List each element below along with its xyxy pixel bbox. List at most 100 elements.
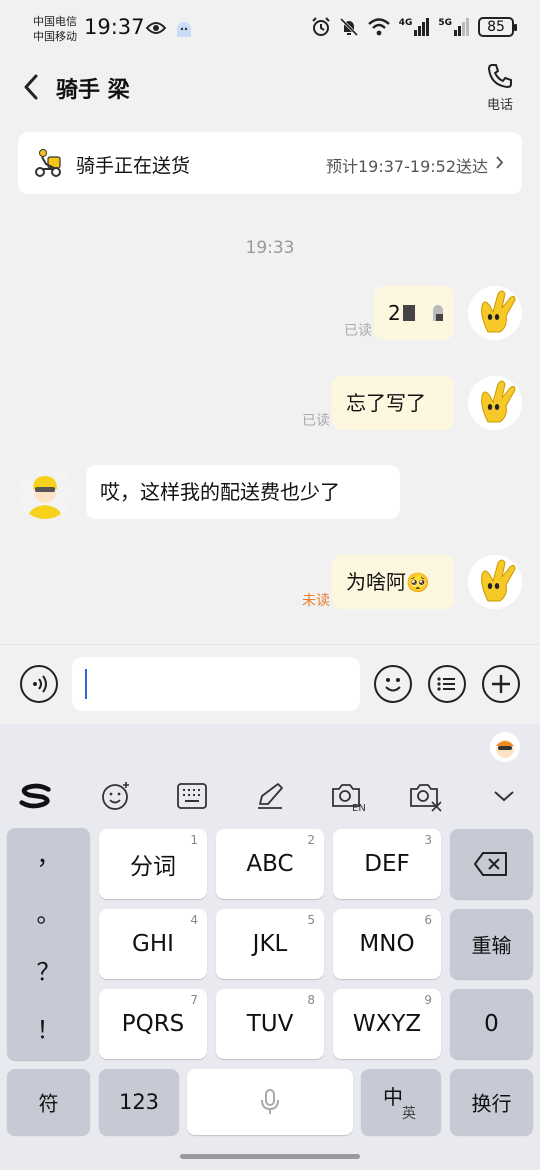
- handwriting-icon[interactable]: [252, 778, 288, 814]
- signal-1: 4G: [399, 18, 431, 36]
- delivery-status-text: 骑手正在送货: [76, 155, 191, 177]
- message-text: 哎，这样我的配送费也少了: [100, 480, 340, 504]
- read-receipt: 已读: [344, 323, 372, 339]
- my-avatar[interactable]: [468, 555, 522, 609]
- message-bubble-mine[interactable]: 忘了写了: [332, 376, 454, 430]
- key-label: DEF: [364, 851, 410, 877]
- message-input[interactable]: [72, 657, 360, 711]
- key-6[interactable]: 6 MNO: [333, 909, 441, 979]
- message-bubble-rider[interactable]: 哎，这样我的配送费也少了: [86, 465, 400, 519]
- key-number: 4: [190, 913, 198, 927]
- plus-icon: [492, 675, 510, 693]
- message-text: 2: [388, 301, 401, 325]
- punctuation-column[interactable]: ， 。 ？ ！: [7, 828, 90, 1060]
- key-1[interactable]: 1 分词: [99, 829, 207, 899]
- punct-question[interactable]: ？: [7, 952, 90, 987]
- delivery-eta: 预计19:37-19:52送达: [326, 157, 488, 176]
- backspace-button[interactable]: [450, 829, 533, 899]
- key-number: 5: [307, 913, 315, 927]
- key-number: 2: [307, 833, 315, 847]
- key-4[interactable]: 4 GHI: [99, 909, 207, 979]
- key-number: 9: [424, 993, 432, 1007]
- eye-icon: [146, 22, 166, 34]
- message-bubble-mine[interactable]: 为啥阿🥺: [332, 555, 454, 609]
- key-label: 123: [118, 1090, 160, 1114]
- keyboard: EN ， 。 ？ ！ 1 分词 2 ABC 3 DEF 4 GHI 5 JKL …: [0, 724, 540, 1170]
- punct-period[interactable]: 。: [7, 894, 90, 929]
- key-label: 重输: [471, 933, 512, 958]
- phone-icon: [488, 64, 512, 88]
- key-7[interactable]: 7 PQRS: [99, 989, 207, 1059]
- voice-icon: [33, 675, 47, 693]
- svg-text:EN: EN: [352, 803, 366, 812]
- carrier-1: 中国电信: [33, 15, 77, 28]
- language-switch-button[interactable]: 中 英: [361, 1069, 441, 1135]
- message-text: 忘了写了: [346, 391, 426, 415]
- hand-mascot-icon: [481, 559, 516, 602]
- redacted-mark-icon: [432, 305, 443, 321]
- wifi-icon: [367, 18, 390, 36]
- signal-bars-icon: [454, 18, 469, 36]
- camera-translate-zh-icon[interactable]: [408, 778, 444, 814]
- key-label: 分词: [130, 854, 176, 880]
- keyboard-toolbar: EN: [0, 724, 540, 822]
- key-label: JKL: [252, 931, 288, 957]
- key-number: 7: [190, 993, 198, 1007]
- carrier-2: 中国移动: [33, 30, 77, 43]
- delivery-status-card[interactable]: 骑手正在送货 预计19:37-19:52送达: [18, 132, 522, 194]
- symbols-button[interactable]: 符: [7, 1069, 90, 1135]
- punct-exclaim[interactable]: ！: [7, 1010, 90, 1045]
- microphone-icon: [261, 1089, 279, 1114]
- camera-translate-en-icon[interactable]: EN: [330, 778, 366, 814]
- key-8[interactable]: 8 TUV: [216, 989, 324, 1059]
- home-indicator[interactable]: [180, 1154, 360, 1159]
- chevron-right-icon: [496, 156, 504, 169]
- keyboard-mascot-icon[interactable]: [490, 732, 520, 762]
- unread-receipt: 未读: [302, 593, 330, 609]
- space-voice-button[interactable]: [187, 1069, 353, 1135]
- key-number: 8: [307, 993, 315, 1007]
- key-2[interactable]: 2 ABC: [216, 829, 324, 899]
- mute-icon: [339, 17, 358, 37]
- alarm-icon: [311, 17, 330, 36]
- hand-mascot-icon: [481, 290, 516, 333]
- backspace-icon: [474, 852, 507, 876]
- emoji-button[interactable]: [374, 665, 412, 703]
- lang-alt-label: 英: [402, 1106, 416, 1122]
- collapse-keyboard-icon[interactable]: [486, 778, 522, 814]
- key-number: 1: [190, 833, 198, 847]
- sogou-logo-icon[interactable]: [18, 778, 54, 814]
- emoji-keyboard-icon[interactable]: [98, 778, 134, 814]
- key-3[interactable]: 3 DEF: [333, 829, 441, 899]
- key-label: 0: [484, 1011, 499, 1037]
- call-button[interactable]: 电话: [480, 62, 520, 113]
- list-icon: [437, 677, 455, 691]
- quick-phrases-button[interactable]: [428, 665, 466, 703]
- key-9[interactable]: 9 WXYZ: [333, 989, 441, 1059]
- key-0[interactable]: 0: [450, 989, 533, 1059]
- redacted-block: [402, 305, 415, 321]
- my-avatar[interactable]: [468, 376, 522, 430]
- more-button[interactable]: [482, 665, 520, 703]
- rider-avatar-icon: [18, 465, 72, 519]
- battery-indicator: 85: [478, 17, 517, 37]
- key-label: TUV: [246, 1011, 294, 1037]
- voice-input-button[interactable]: [20, 665, 58, 703]
- signal-1-label: 4G: [398, 18, 413, 28]
- number-mode-button[interactable]: 123: [99, 1069, 179, 1135]
- message-bubble-mine[interactable]: 2: [374, 286, 454, 340]
- keyboard-layout-icon[interactable]: [174, 778, 210, 814]
- pleading-face-emoji: 🥺: [406, 572, 430, 594]
- reinput-button[interactable]: 重输: [450, 909, 533, 979]
- key-number: 6: [424, 913, 432, 927]
- back-icon[interactable]: [20, 72, 42, 102]
- key-5[interactable]: 5 JKL: [216, 909, 324, 979]
- hand-mascot-icon: [481, 380, 516, 423]
- my-avatar[interactable]: [468, 286, 522, 340]
- lang-main-label: 中: [383, 1085, 403, 1109]
- punct-comma[interactable]: ，: [7, 836, 90, 871]
- message-text: 为啥阿: [346, 570, 406, 594]
- rider-avatar[interactable]: [18, 465, 72, 519]
- newline-button[interactable]: 换行: [450, 1069, 533, 1135]
- smiley-icon: [385, 678, 401, 692]
